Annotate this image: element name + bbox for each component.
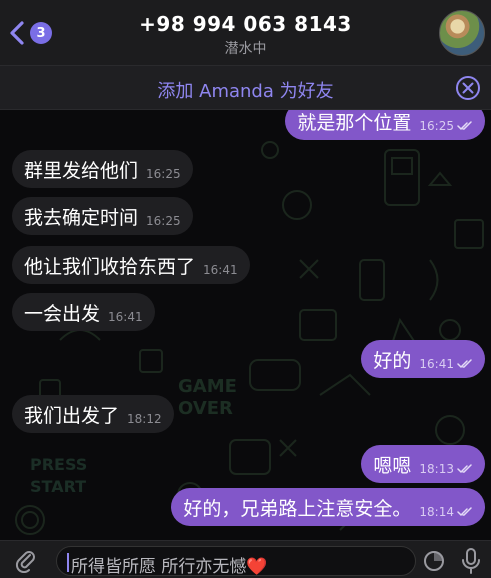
chat-title[interactable]: +98 994 063 8143 <box>0 12 491 36</box>
message-text: 好的 <box>373 349 412 372</box>
paperclip-icon[interactable] <box>14 549 38 573</box>
incoming-message[interactable]: 群里发给他们 16:25 <box>12 150 193 188</box>
svg-text:OVER: OVER <box>178 398 233 419</box>
outgoing-message[interactable]: 好的 16:41 <box>361 340 485 378</box>
incoming-message[interactable]: 我去确定时间 16:25 <box>12 197 193 235</box>
incoming-message[interactable]: 他让我们收拾东西了 16:41 <box>12 246 250 284</box>
message-time: 16:41 <box>203 263 238 277</box>
double-check-icon <box>457 121 472 131</box>
svg-text:PRESS: PRESS <box>30 455 87 474</box>
message-text: 嗯嗯 <box>373 454 412 477</box>
chat-header: 3 +98 994 063 8143 潜水中 <box>0 0 491 66</box>
outgoing-message[interactable]: 嗯嗯 18:13 <box>361 445 485 483</box>
composer-bar: 所得皆所愿 所行亦无憾❤️ <box>0 540 491 578</box>
svg-text:START: START <box>30 477 86 496</box>
message-time: 18:13 <box>419 462 454 476</box>
message-time: 16:25 <box>146 167 181 181</box>
chat-status: 潜水中 <box>224 41 267 57</box>
message-text: 好的，兄弟路上注意安全。 <box>183 497 412 520</box>
message-time: 16:41 <box>419 357 454 371</box>
message-time: 18:12 <box>127 412 162 426</box>
microphone-icon[interactable] <box>460 547 482 575</box>
message-text: 群里发给他们 <box>24 159 139 182</box>
message-input[interactable]: 所得皆所愿 所行亦无憾❤️ <box>56 546 416 577</box>
double-check-icon <box>457 359 472 369</box>
text-caret <box>67 553 69 572</box>
double-check-icon <box>457 507 472 517</box>
message-text: 我去确定时间 <box>24 206 139 229</box>
close-circle-icon[interactable] <box>455 75 481 101</box>
incoming-message[interactable]: 一会出发 16:41 <box>12 293 155 331</box>
message-draft: 所得皆所愿 所行亦无憾❤️ <box>71 557 268 577</box>
message-list[interactable]: GAME OVER PRESS START 就是那个位置 16:25 群里发给他们 1… <box>0 110 491 540</box>
outgoing-message[interactable]: 就是那个位置 16:25 <box>285 110 485 140</box>
message-text: 一会出发 <box>24 302 101 325</box>
sticker-icon[interactable] <box>422 549 446 573</box>
message-time: 16:25 <box>146 214 181 228</box>
add-contact-bar: 添加 Amanda 为好友 <box>0 66 491 110</box>
message-text: 我们出发了 <box>24 404 120 427</box>
incoming-message[interactable]: 我们出发了 18:12 <box>12 395 174 433</box>
message-text: 他让我们收拾东西了 <box>24 255 196 278</box>
outgoing-message[interactable]: 好的，兄弟路上注意安全。 18:14 <box>171 488 485 526</box>
message-time: 16:25 <box>419 119 454 133</box>
avatar[interactable] <box>439 10 485 56</box>
double-check-icon <box>457 464 472 474</box>
message-time: 18:14 <box>419 505 454 519</box>
add-contact-button[interactable]: 添加 Amanda 为好友 <box>0 77 491 103</box>
message-time: 16:41 <box>108 310 143 324</box>
message-text: 就是那个位置 <box>297 111 412 134</box>
svg-text:GAME: GAME <box>178 376 237 397</box>
